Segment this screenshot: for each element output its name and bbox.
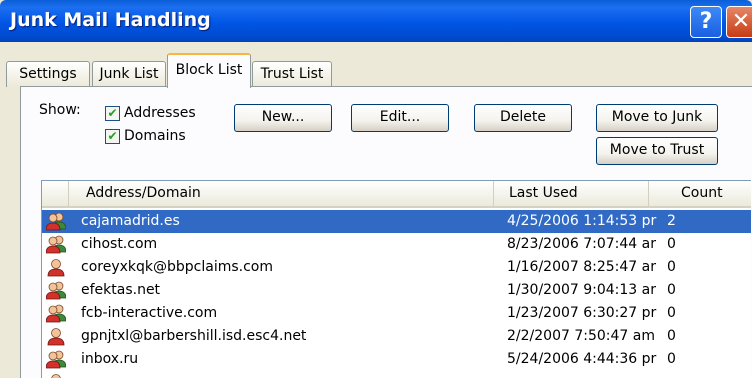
domain-icon [46,235,66,254]
addresses-checkbox[interactable]: ✔ [105,105,120,121]
row-count: 2 [667,213,676,229]
row-count: 0 [667,328,676,344]
list-row-coreyxkqk[interactable]: coreyxkqk@bbpclaims.com 1/16/2007 8:25:4… [42,256,751,279]
show-label: Show: [39,102,81,118]
title-bar[interactable]: Junk Mail Handling ? ✕ [0,0,752,42]
row-address: efektas.net [81,282,161,298]
list-row-efektas[interactable]: efektas.net 1/30/2007 9:04:13 ar 0 [42,279,751,302]
address-icon [51,374,61,378]
help-button[interactable]: ? [690,6,722,38]
domain-icon [46,212,66,231]
move-to-trust-button[interactable]: Move to Trust [596,137,718,165]
list-row-partial[interactable] [42,371,751,378]
row-address: gpnjtxl@barbershill.isd.esc4.net [81,328,307,344]
domain-icon [46,281,66,300]
header-last-used[interactable]: Last Used [494,181,649,206]
domains-checkbox-row[interactable]: ✔ Domains [105,127,186,145]
list-row-cihost[interactable]: cihost.com 8/23/2006 7:07:44 ar 0 [42,233,751,256]
window-title: Junk Mail Handling [10,9,211,31]
row-count: 0 [667,236,676,252]
list-row-gpnjtxl[interactable]: gpnjtxl@barbershill.isd.esc4.net 2/2/200… [42,325,751,348]
move-to-junk-button[interactable]: Move to Junk [596,104,718,132]
row-last-used: 4/25/2006 1:14:53 pr [507,213,657,229]
row-address: inbox.ru [81,351,139,367]
tab-settings[interactable]: Settings [6,61,90,87]
domains-label[interactable]: Domains [124,128,186,144]
address-icon [47,328,65,346]
row-last-used: 2/2/2007 7:50:47 am [507,328,655,344]
row-last-used: 5/24/2006 4:44:36 pr [507,351,657,367]
list-header: Address/Domain Last Used Count [42,181,751,208]
row-count: 0 [667,351,676,367]
edit-button[interactable]: Edit... [351,104,449,132]
row-last-used: 1/23/2007 6:30:27 pr [507,305,657,321]
delete-button[interactable]: Delete [474,104,572,132]
row-last-used: 1/30/2007 9:04:13 ar [507,282,656,298]
new-button[interactable]: New... [234,104,332,132]
domain-icon [46,350,66,369]
list-row-cajamadrid[interactable]: cajamadrid.es 4/25/2006 1:14:53 pr 2 [42,210,751,233]
domain-icon [46,304,66,323]
block-list[interactable]: Address/Domain Last Used Count cajamadri… [41,180,751,378]
row-last-used: 8/23/2006 7:07:44 ar [507,236,656,252]
header-address-domain[interactable]: Address/Domain [69,181,494,206]
row-count: 0 [667,282,676,298]
row-address: fcb-interactive.com [81,305,218,321]
addresses-label[interactable]: Addresses [124,105,196,121]
list-row-inbox-ru[interactable]: inbox.ru 5/24/2006 4:44:36 pr 0 [42,348,751,371]
row-address: coreyxkqk@bbpclaims.com [81,259,273,275]
tab-block-list[interactable]: Block List [167,53,251,88]
address-icon [47,259,65,277]
block-list-panel: Show: ✔ Addresses ✔ Domains New... Edit.… [20,86,752,378]
addresses-checkbox-row[interactable]: ✔ Addresses [105,104,196,122]
tab-trust-list[interactable]: Trust List [252,61,332,87]
row-count: 0 [667,259,676,275]
domains-checkbox[interactable]: ✔ [105,128,120,144]
list-row-fcb-interactive[interactable]: fcb-interactive.com 1/23/2007 6:30:27 pr… [42,302,751,325]
close-button[interactable]: ✕ [726,6,752,38]
row-count: 0 [667,305,676,321]
header-count[interactable]: Count [649,181,751,206]
row-address: cajamadrid.es [81,213,180,229]
header-icon-column[interactable] [42,181,69,206]
row-address: cihost.com [81,236,158,252]
row-last-used: 1/16/2007 8:25:47 ar [507,259,656,275]
tab-junk-list[interactable]: Junk List [92,61,166,87]
